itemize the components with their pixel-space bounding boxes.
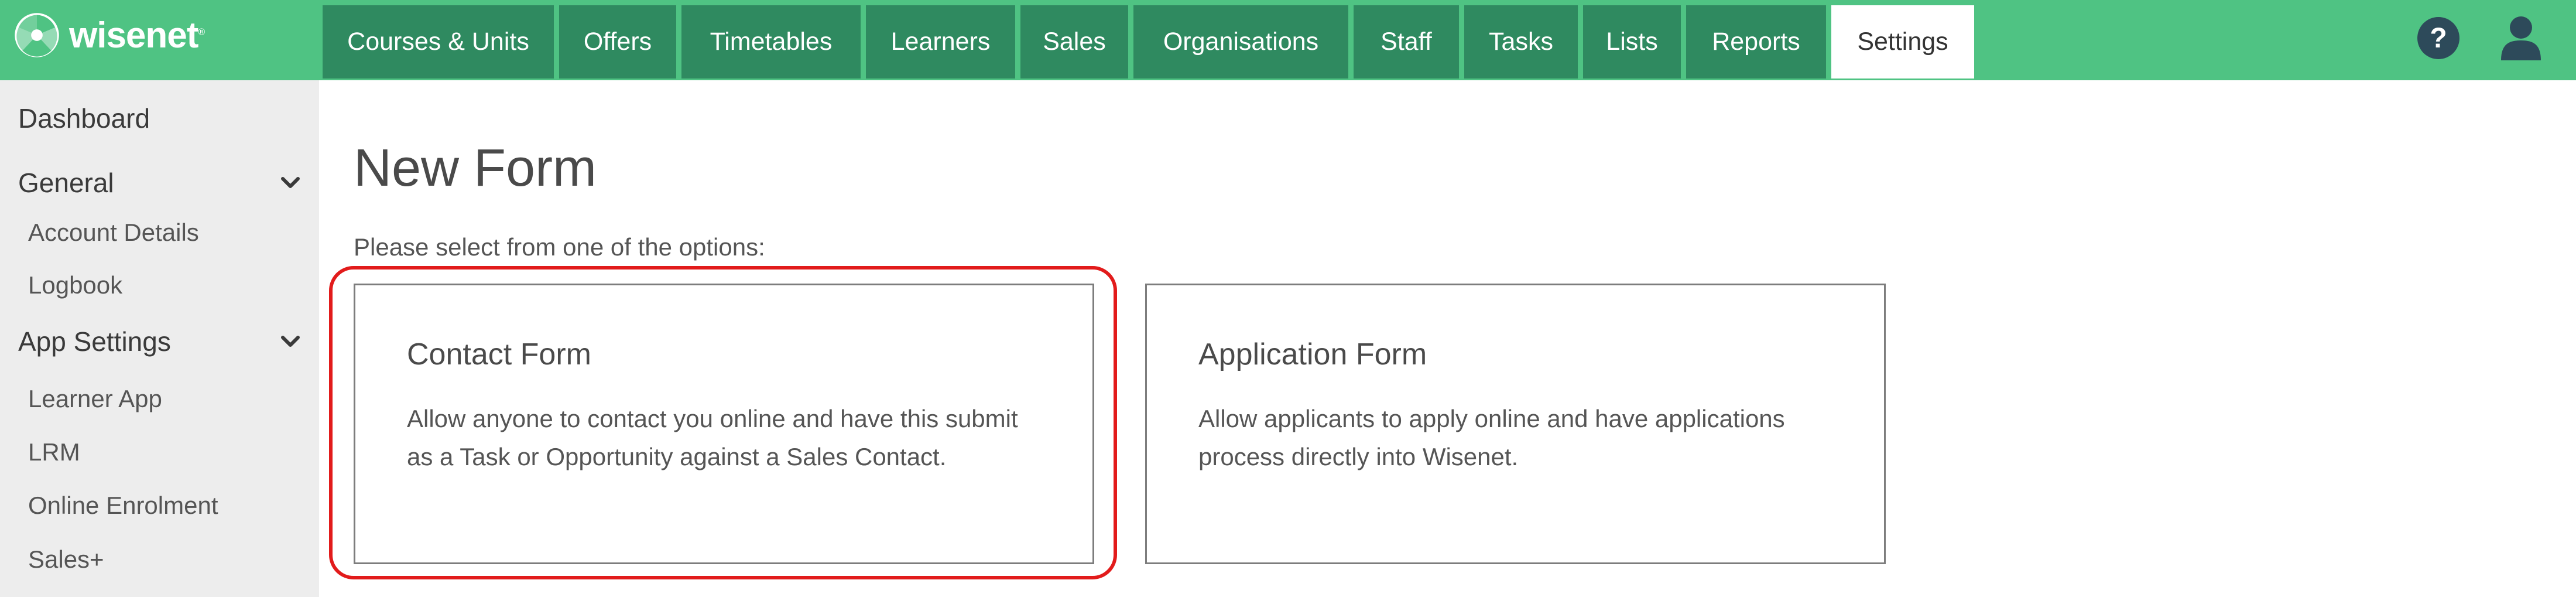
sidebar-item-learner-app[interactable]: Learner App: [0, 373, 319, 425]
sidebar-item-label: App Settings: [18, 326, 171, 357]
help-icon[interactable]: ?: [2415, 15, 2462, 62]
tab-offers[interactable]: Offers: [559, 5, 676, 79]
main-tabs: Courses & Units Offers Timetables Learne…: [323, 5, 1974, 79]
tab-staff[interactable]: Staff: [1354, 5, 1459, 79]
tab-organisations[interactable]: Organisations: [1133, 5, 1348, 79]
sidebar-item-label: Account Details: [28, 219, 199, 246]
sidebar-item-lrm[interactable]: LRM: [0, 426, 319, 479]
wisenet-logo-icon: [15, 13, 59, 57]
sidebar-item-app-settings[interactable]: App Settings: [0, 315, 319, 368]
sidebar-item-label: Dashboard: [18, 103, 150, 134]
tab-courses-units[interactable]: Courses & Units: [323, 5, 554, 79]
sidebar-item-logbook[interactable]: Logbook: [0, 259, 319, 312]
settings-sidebar: Dashboard General Account Details Logboo…: [0, 80, 319, 597]
tab-tasks[interactable]: Tasks: [1464, 5, 1578, 79]
user-icon[interactable]: [2498, 15, 2544, 62]
page-instructions: Please select from one of the options:: [354, 233, 765, 261]
tab-timetables[interactable]: Timetables: [681, 5, 861, 79]
tab-reports[interactable]: Reports: [1686, 5, 1826, 79]
tab-sales[interactable]: Sales: [1020, 5, 1128, 79]
sidebar-item-online-enrolment[interactable]: Online Enrolment: [0, 479, 319, 532]
card-description: Allow anyone to contact you online and h…: [407, 405, 1018, 470]
page-title: New Form: [354, 139, 597, 197]
sidebar-item-label: Online Enrolment: [28, 492, 218, 519]
contact-form-card[interactable]: Contact Form Allow anyone to contact you…: [354, 284, 1094, 564]
sidebar-item-label: Logbook: [28, 271, 123, 299]
sidebar-item-label: Learner App: [28, 385, 162, 412]
tab-learners[interactable]: Learners: [866, 5, 1015, 79]
sidebar-item-label: Sales+: [28, 545, 104, 573]
card-title: Application Form: [1198, 337, 1427, 371]
chevron-down-icon: [281, 177, 300, 188]
sidebar-item-general[interactable]: General: [0, 156, 319, 209]
card-description: Allow applicants to apply online and hav…: [1198, 405, 1785, 470]
tab-lists[interactable]: Lists: [1583, 5, 1681, 79]
sidebar-item-label: LRM: [28, 438, 80, 466]
sidebar-item-dashboard[interactable]: Dashboard: [0, 92, 319, 145]
card-title: Contact Form: [407, 337, 591, 371]
chevron-down-icon: [281, 336, 300, 347]
sidebar-item-sales-plus[interactable]: Sales+: [0, 533, 319, 586]
tab-settings[interactable]: Settings: [1831, 5, 1974, 79]
logo-wordmark: wisenet®: [69, 15, 205, 56]
top-navigation-bar: wisenet® Courses & Units Offers Timetabl…: [0, 0, 2576, 80]
svg-text:?: ?: [2430, 23, 2447, 54]
application-form-card[interactable]: Application Form Allow applicants to app…: [1145, 284, 1886, 564]
sidebar-item-label: General: [18, 168, 114, 198]
wisenet-logo[interactable]: wisenet®: [13, 12, 205, 59]
sidebar-item-account-details[interactable]: Account Details: [0, 206, 319, 259]
